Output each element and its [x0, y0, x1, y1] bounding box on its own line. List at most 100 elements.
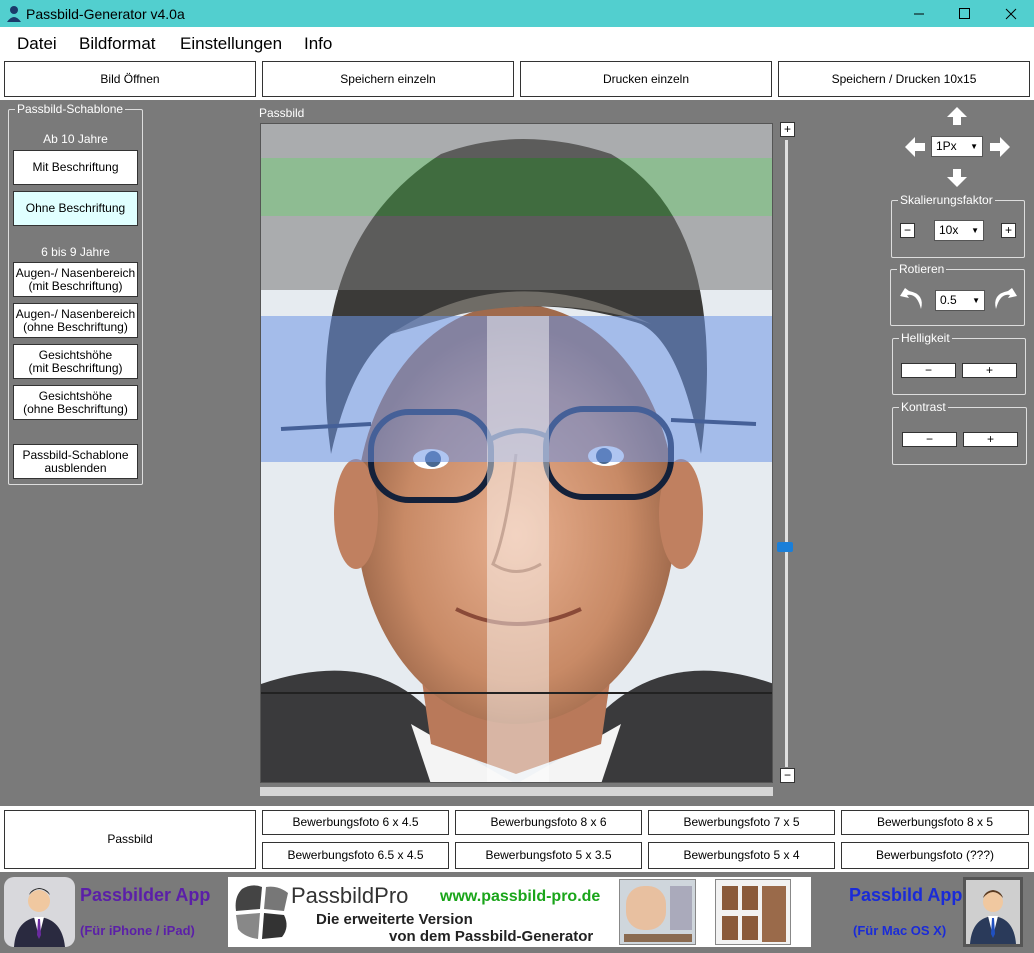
button-line: ausblenden: [44, 460, 107, 475]
button-line: Augen-/ Nasenbereich: [15, 306, 136, 321]
button-line: (ohne Beschriftung): [23, 401, 128, 416]
rotate-select[interactable]: 0.5 ▼: [935, 290, 985, 311]
rotate-left-icon[interactable]: [899, 284, 927, 312]
ios-app-icon[interactable]: [4, 877, 75, 947]
menu-info[interactable]: Info: [304, 34, 332, 54]
close-icon[interactable]: [1004, 7, 1018, 21]
move-step-value: 1Px: [936, 139, 957, 153]
menu-datei[interactable]: Datei: [17, 34, 57, 54]
format-6x4.5-button[interactable]: Bewerbungsfoto 6 x 4.5: [262, 810, 449, 835]
zoom-slider-track[interactable]: [785, 140, 788, 767]
chevron-down-icon: ▼: [972, 296, 980, 305]
app-icon: [7, 6, 21, 22]
overlay-band-top: [261, 124, 772, 158]
move-step-select[interactable]: 1Px ▼: [931, 136, 983, 157]
brightness-plus-button[interactable]: +: [962, 363, 1017, 378]
scale-value: 10x: [939, 223, 959, 237]
title-bar: Passbild-Generator v4.0a: [0, 0, 1034, 27]
photo-canvas[interactable]: [260, 123, 773, 783]
banner-thumb: [722, 886, 738, 910]
arrow-left-icon[interactable]: [904, 137, 926, 157]
ios-app-subtitle: (Für iPhone / iPad): [80, 923, 195, 938]
template-group: Passbild-Schablone Ab 10 Jahre Mit Besch…: [8, 102, 143, 485]
format-7x5-button[interactable]: Bewerbungsfoto 7 x 5: [648, 810, 835, 835]
face-height-without-label-button[interactable]: Gesichtshöhe (ohne Beschriftung): [13, 385, 138, 420]
save-single-button[interactable]: Speichern einzeln: [262, 61, 514, 97]
contrast-label: Kontrast: [899, 400, 948, 414]
zoom-slider-thumb[interactable]: [777, 542, 793, 552]
scale-minus-button[interactable]: −: [900, 223, 915, 238]
format-5x3.5-button[interactable]: Bewerbungsfoto 5 x 3.5: [455, 842, 642, 869]
arrow-down-icon[interactable]: [946, 168, 968, 188]
contrast-group: Kontrast − +: [892, 400, 1027, 465]
main-area: Passbild-Schablone Ab 10 Jahre Mit Besch…: [0, 100, 1034, 806]
banner-line-2: von dem Passbild-Generator: [389, 928, 594, 945]
format-8x6-button[interactable]: Bewerbungsfoto 8 x 6: [455, 810, 642, 835]
menu-bildformat[interactable]: Bildformat: [79, 34, 156, 54]
photo-label: Passbild: [259, 106, 305, 120]
maximize-icon[interactable]: [958, 7, 972, 21]
avatar: [14, 888, 65, 947]
passbildpro-banner[interactable]: PassbildPro www.passbild-pro.de Die erwe…: [228, 877, 811, 947]
banner-url[interactable]: www.passbild-pro.de: [440, 888, 600, 906]
banner-logo-text: PassbildPro: [291, 883, 409, 908]
open-image-button[interactable]: Bild Öffnen: [4, 61, 256, 97]
template-group-title: Passbild-Schablone: [15, 102, 126, 116]
rotate-right-icon[interactable]: [990, 284, 1018, 312]
brightness-label: Helligkeit: [899, 331, 952, 345]
banner-thumb: [742, 916, 758, 940]
zoom-out-button[interactable]: −: [780, 768, 795, 783]
eye-nose-without-label-button[interactable]: Augen-/ Nasenbereich (ohne Beschriftung): [13, 303, 138, 338]
save-print-10x15-button[interactable]: Speichern / Drucken 10x15: [778, 61, 1030, 97]
section-age-6-9: 6 bis 9 Jahre: [41, 245, 110, 259]
mac-app-subtitle: (Für Mac OS X): [853, 923, 947, 938]
section-age-10: Ab 10 Jahre: [43, 132, 108, 146]
scale-group: Skalierungsfaktor − 10x ▼ +: [891, 193, 1025, 258]
hide-template-button[interactable]: Passbild-Schablone ausblenden: [13, 444, 138, 479]
print-single-button[interactable]: Drucken einzeln: [520, 61, 772, 97]
format-8x5-button[interactable]: Bewerbungsfoto 8 x 5: [841, 810, 1029, 835]
footer: Passbilder App (Für iPhone / iPad) Passb…: [0, 872, 1034, 953]
template-with-label-button[interactable]: Mit Beschriftung: [13, 150, 138, 185]
banner-thumb: [722, 916, 738, 940]
button-line: Augen-/ Nasenbereich: [15, 265, 136, 280]
button-line: (mit Beschriftung): [28, 360, 123, 375]
face-height-with-label-button[interactable]: Gesichtshöhe (mit Beschriftung): [13, 344, 138, 379]
zoom-in-button[interactable]: +: [780, 122, 795, 137]
contrast-plus-button[interactable]: +: [963, 432, 1018, 447]
mac-app-title[interactable]: Passbild App: [849, 885, 962, 906]
chevron-down-icon: ▼: [971, 226, 979, 235]
menu-einstellungen[interactable]: Einstellungen: [180, 34, 282, 54]
avatar: [970, 890, 1016, 944]
ios-app-title[interactable]: Passbilder App: [80, 885, 210, 906]
mac-app-icon[interactable]: [963, 877, 1023, 947]
banner-screenshot-2: [715, 879, 791, 945]
rotate-label: Rotieren: [897, 262, 947, 276]
brightness-minus-button[interactable]: −: [901, 363, 956, 378]
format-bar: Passbild Bewerbungsfoto 6 x 4.5 Bewerbun…: [0, 806, 1034, 872]
scale-select[interactable]: 10x ▼: [934, 220, 984, 241]
eye-nose-with-label-button[interactable]: Augen-/ Nasenbereich (mit Beschriftung): [13, 262, 138, 297]
format-6.5x4.5-button[interactable]: Bewerbungsfoto 6.5 x 4.5: [262, 842, 449, 869]
format-passbild-button[interactable]: Passbild: [4, 810, 256, 869]
button-line: Gesichtshöhe: [38, 347, 113, 362]
overlay-band-grey: [261, 216, 772, 290]
contrast-minus-button[interactable]: −: [902, 432, 957, 447]
arrow-up-icon[interactable]: [946, 106, 968, 126]
template-without-label-button[interactable]: Ohne Beschriftung: [13, 191, 138, 226]
format-unknown-button[interactable]: Bewerbungsfoto (???): [841, 842, 1029, 869]
format-5x4-button[interactable]: Bewerbungsfoto 5 x 4: [648, 842, 835, 869]
scale-plus-button[interactable]: +: [1001, 223, 1016, 238]
menu-bar: Datei Bildformat Einstellungen Info: [0, 27, 1034, 58]
banner-strip-thumb: [624, 934, 692, 942]
horizontal-scrollbar[interactable]: [260, 787, 773, 796]
arrow-right-icon[interactable]: [989, 137, 1011, 157]
minimize-icon[interactable]: [912, 7, 926, 21]
toolbar: Bild Öffnen Speichern einzeln Drucken ei…: [0, 58, 1034, 100]
scale-label: Skalierungsfaktor: [898, 193, 995, 207]
button-line: Gesichtshöhe: [38, 388, 113, 403]
button-line: Passbild-Schablone: [22, 447, 129, 462]
rotate-value: 0.5: [940, 293, 957, 307]
button-line: (mit Beschriftung): [28, 278, 123, 293]
brightness-group: Helligkeit − +: [892, 331, 1026, 395]
